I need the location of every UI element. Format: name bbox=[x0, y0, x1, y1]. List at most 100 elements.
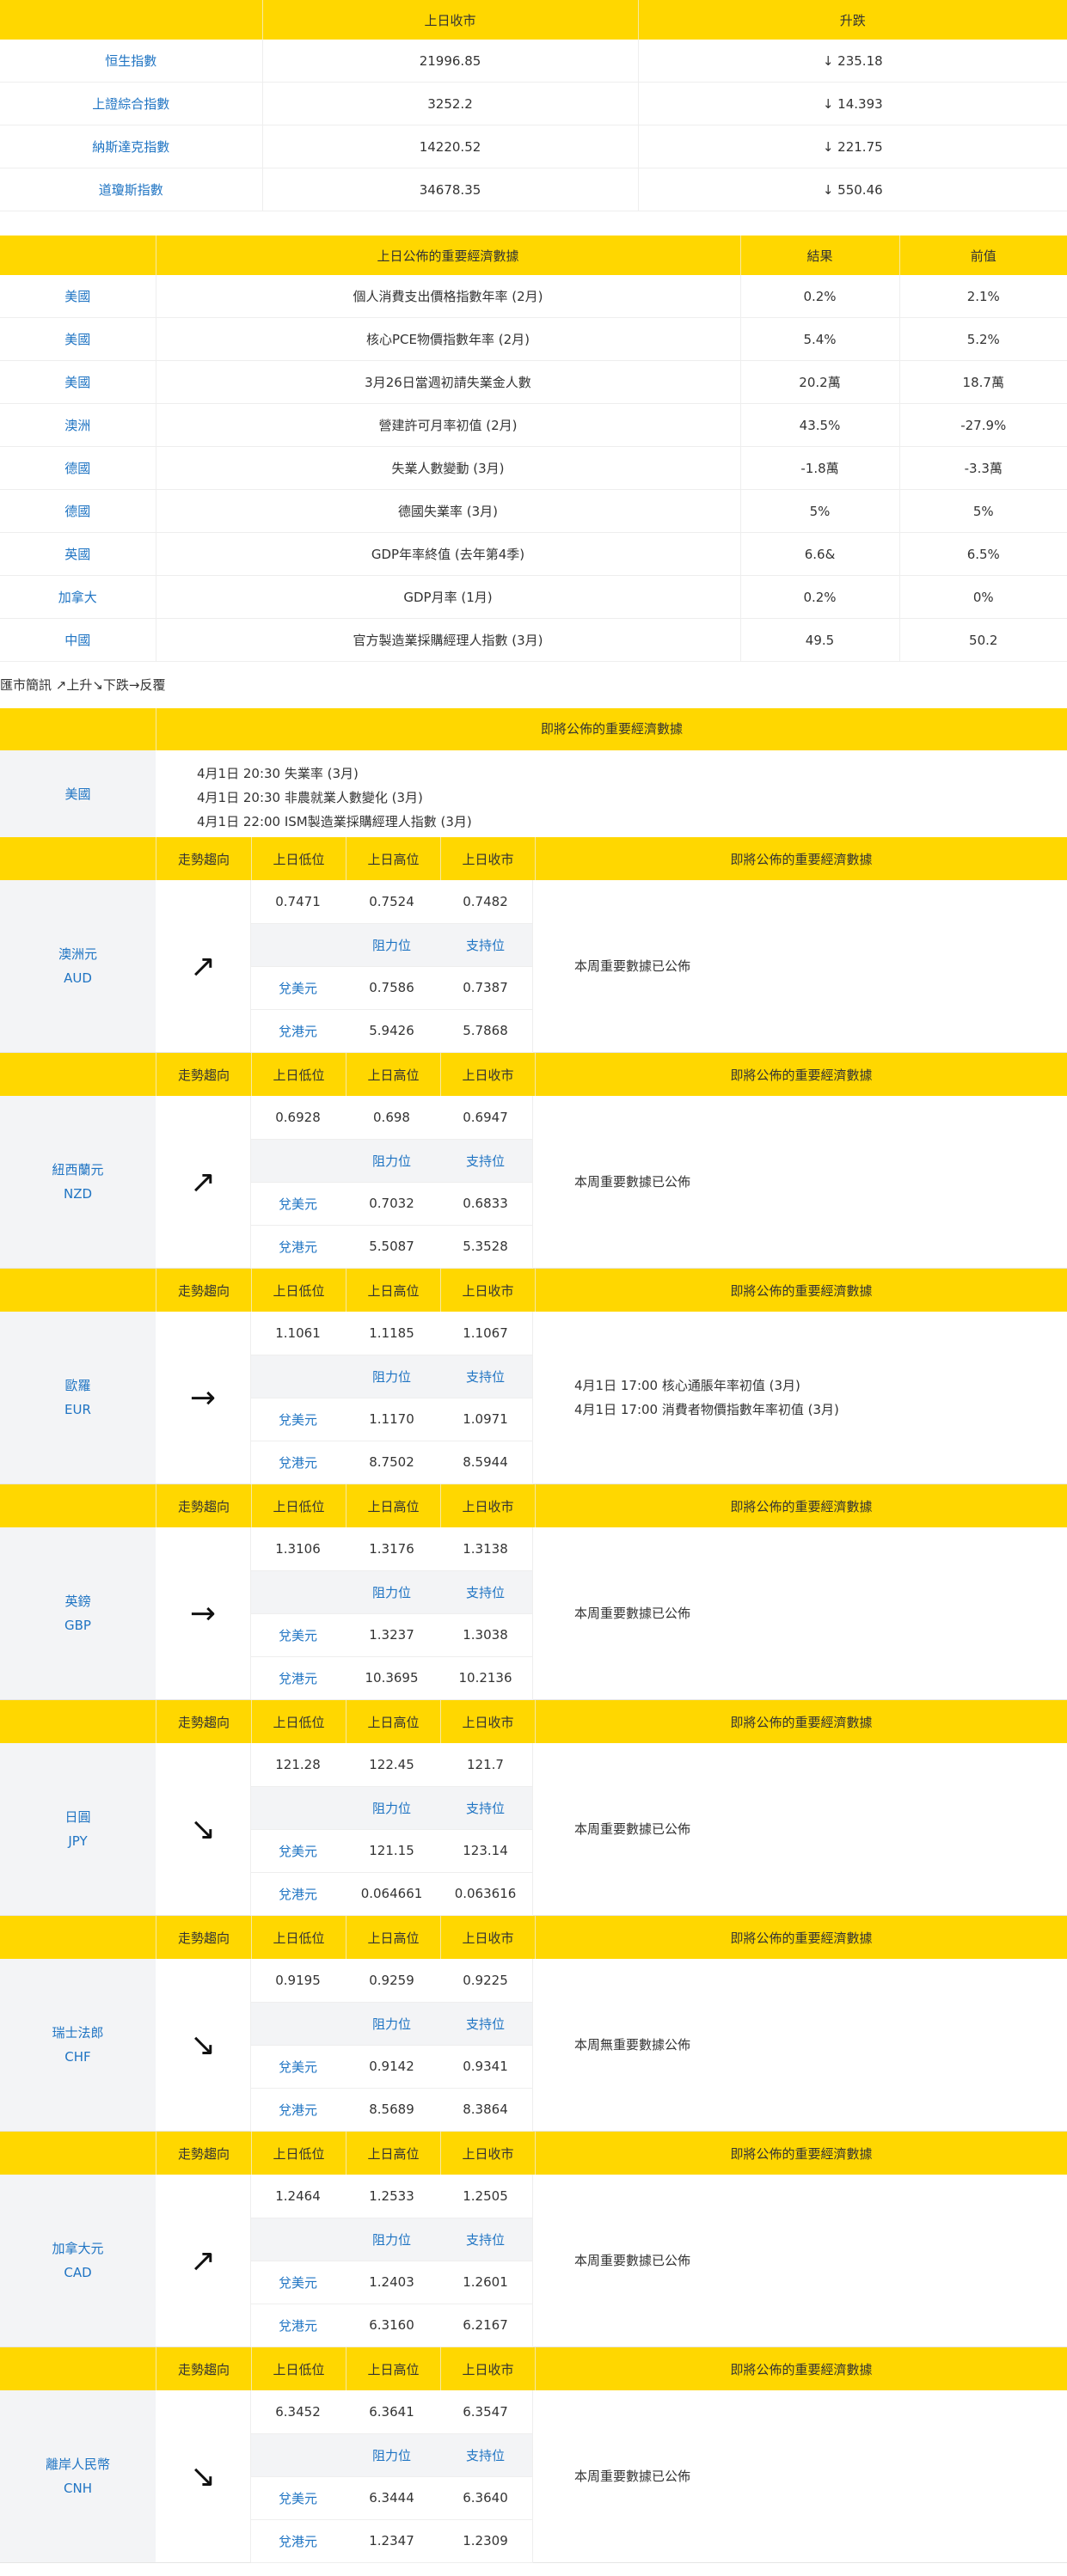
currency-news: 本周重要數據已公佈 bbox=[533, 2175, 1067, 2347]
economic-country[interactable]: 加拿大 bbox=[0, 575, 156, 619]
currency-body: 瑞士法郎 CHF ↘ 0.9195 0.9259 0.9225 阻力位 支持位 … bbox=[0, 1959, 1067, 2132]
currency-name-text: 澳洲元 bbox=[58, 946, 97, 962]
blank-cell bbox=[251, 2003, 345, 2045]
currency-name[interactable]: 離岸人民幣 CNH bbox=[0, 2390, 156, 2563]
currency-header-blank bbox=[0, 1700, 156, 1743]
currency-rate-grid: 0.6928 0.698 0.6947 阻力位 支持位 兌美元 0.7032 0… bbox=[251, 1096, 533, 1269]
economic-country[interactable]: 美國 bbox=[0, 317, 156, 361]
economic-row: 美國 3月26日當週初請失業金人數 20.2萬 18.7萬 bbox=[0, 360, 1067, 404]
hkd-pair-label: 兌港元 bbox=[278, 1023, 317, 1039]
trend-arrow-icon: ↘ bbox=[156, 1743, 251, 1916]
index-name[interactable]: 納斯達克指數 bbox=[0, 125, 263, 168]
currency-body: 歐羅 EUR → 1.1061 1.1185 1.1067 阻力位 支持位 兌美… bbox=[0, 1312, 1067, 1484]
index-row: 恒生指數 21996.85 ↓ 235.18 bbox=[0, 40, 1067, 83]
resistance-label: 阻力位 bbox=[371, 2231, 411, 2248]
index-close: 21996.85 bbox=[262, 40, 639, 83]
hkd-pair-label: 兌港元 bbox=[278, 1670, 317, 1686]
currency-code: JPY bbox=[68, 1833, 88, 1849]
index-name[interactable]: 恒生指數 bbox=[0, 40, 263, 83]
hkd-support-value: 5.3528 bbox=[463, 1239, 508, 1255]
fx-legend-text: 匯市簡訊 ↗上升↘下跌→反覆 bbox=[0, 677, 166, 693]
economic-country[interactable]: 美國 bbox=[0, 275, 156, 318]
currency-name[interactable]: 日圓 JPY bbox=[0, 1743, 156, 1916]
currency-name[interactable]: 加拿大元 CAD bbox=[0, 2175, 156, 2347]
currency-header: 走勢趨向 上日低位 上日高位 上日收市 即將公佈的重要經濟數據 bbox=[0, 1053, 1067, 1096]
index-header-name bbox=[0, 0, 263, 40]
economic-item: GDP年率終值 (去年第4季) bbox=[156, 532, 741, 576]
currency-name[interactable]: 歐羅 EUR bbox=[0, 1312, 156, 1484]
prev-low-value: 0.9195 bbox=[275, 1972, 321, 1988]
upcoming-country[interactable]: 美國 bbox=[0, 750, 156, 837]
prev-low-value: 1.3106 bbox=[275, 1540, 321, 1557]
currency-code: AUD bbox=[64, 970, 92, 986]
economic-country[interactable]: 中國 bbox=[0, 618, 156, 662]
currency-block-eur: 走勢趨向 上日低位 上日高位 上日收市 即將公佈的重要經濟數據 歐羅 EUR →… bbox=[0, 1269, 1067, 1484]
index-close: 14220.52 bbox=[262, 125, 639, 168]
currency-news-item: 本周重要數據已公佈 bbox=[574, 2469, 691, 2484]
hkd-support-value: 8.5944 bbox=[463, 1454, 508, 1471]
currency-block-aud: 走勢趨向 上日低位 上日高位 上日收市 即將公佈的重要經濟數據 澳洲元 AUD … bbox=[0, 837, 1067, 1053]
economic-item: 營建許可月率初值 (2月) bbox=[156, 403, 741, 447]
usd-level-row: 兌美元 0.9142 0.9341 bbox=[251, 2046, 532, 2089]
support-label: 支持位 bbox=[465, 2447, 505, 2463]
usd-pair-label: 兌美元 bbox=[278, 2274, 317, 2291]
index-name[interactable]: 道瓊斯指數 bbox=[0, 168, 263, 211]
usd-support-value: 1.2601 bbox=[463, 2274, 508, 2291]
currency-name[interactable]: 澳洲元 AUD bbox=[0, 880, 156, 1053]
currency-code: EUR bbox=[64, 1402, 91, 1417]
blank-cell bbox=[251, 1140, 345, 1182]
currency-header-news: 即將公佈的重要經濟數據 bbox=[730, 1067, 873, 1083]
usd-support-value: 123.14 bbox=[463, 1843, 508, 1859]
prev-low-value: 121.28 bbox=[275, 1756, 321, 1772]
blank-cell bbox=[251, 2218, 345, 2261]
resistance-support-header-row: 阻力位 支持位 bbox=[251, 1786, 532, 1830]
currency-code: CHF bbox=[64, 2049, 91, 2065]
currency-header-blank bbox=[0, 837, 156, 880]
usd-support-value: 0.9341 bbox=[463, 2059, 508, 2075]
upcoming-event: 4月1日 20:30 非農就業人數變化 (3月) bbox=[197, 790, 423, 805]
usd-pair-label: 兌美元 bbox=[278, 2490, 317, 2506]
prev-high-value: 1.3176 bbox=[369, 1540, 414, 1557]
prev-high-value: 122.45 bbox=[369, 1756, 414, 1772]
usd-pair-label: 兌美元 bbox=[278, 1411, 317, 1428]
economic-header-country bbox=[0, 236, 156, 275]
hkd-pair-label: 兌港元 bbox=[278, 2533, 317, 2549]
economic-country[interactable]: 德國 bbox=[0, 489, 156, 533]
currency-header-high: 上日高位 bbox=[346, 2347, 441, 2390]
currency-name[interactable]: 瑞士法郎 CHF bbox=[0, 1959, 156, 2132]
resistance-support-header-row: 阻力位 支持位 bbox=[251, 2218, 532, 2261]
usd-support-value: 6.3640 bbox=[463, 2490, 508, 2506]
currency-news-item: 4月1日 17:00 核心通脹年率初值 (3月) bbox=[574, 1378, 800, 1393]
currency-header-close: 上日收市 bbox=[441, 1916, 536, 1959]
resistance-support-header-row: 阻力位 支持位 bbox=[251, 1139, 532, 1183]
support-label: 支持位 bbox=[465, 2231, 505, 2248]
economic-item: GDP月率 (1月) bbox=[156, 575, 741, 619]
usd-resistance-value: 6.3444 bbox=[369, 2490, 414, 2506]
hkd-resistance-value: 0.064661 bbox=[360, 1886, 423, 1902]
currency-name-text: 離岸人民幣 bbox=[45, 2457, 110, 2472]
currency-header-trend: 走勢趨向 bbox=[156, 1484, 252, 1527]
economic-country[interactable]: 德國 bbox=[0, 446, 156, 490]
hkd-resistance-value: 5.9426 bbox=[369, 1023, 414, 1039]
currency-code: NZD bbox=[63, 1186, 93, 1202]
prev-high-value: 6.3641 bbox=[369, 2403, 414, 2420]
hkd-level-row: 兌港元 8.5689 8.3864 bbox=[251, 2089, 532, 2132]
prev-day-rates-row: 1.3106 1.3176 1.3138 bbox=[251, 1527, 532, 1571]
economic-country[interactable]: 美國 bbox=[0, 360, 156, 404]
hkd-support-value: 0.063616 bbox=[454, 1886, 517, 1902]
hkd-resistance-value: 10.3695 bbox=[365, 1670, 419, 1686]
economic-country[interactable]: 英國 bbox=[0, 532, 156, 576]
currency-name[interactable]: 紐西蘭元 NZD bbox=[0, 1096, 156, 1269]
index-close: 3252.2 bbox=[262, 82, 639, 125]
currency-header-news: 即將公佈的重要經濟數據 bbox=[730, 851, 873, 867]
currency-code: CNH bbox=[64, 2481, 92, 2496]
currency-name[interactable]: 英鎊 GBP bbox=[0, 1527, 156, 1700]
resistance-label: 阻力位 bbox=[371, 1800, 411, 1816]
currency-header-low: 上日低位 bbox=[252, 2132, 346, 2175]
economic-row: 美國 個人消費支出價格指數年率 (2月) 0.2% 2.1% bbox=[0, 275, 1067, 318]
index-change: ↓ 14.393 bbox=[638, 82, 1067, 125]
economic-country[interactable]: 澳洲 bbox=[0, 403, 156, 447]
index-name[interactable]: 上證綜合指數 bbox=[0, 82, 263, 125]
currency-rate-grid: 1.3106 1.3176 1.3138 阻力位 支持位 兌美元 1.3237 … bbox=[251, 1527, 533, 1700]
currency-header: 走勢趨向 上日低位 上日高位 上日收市 即將公佈的重要經濟數據 bbox=[0, 1916, 1067, 1959]
